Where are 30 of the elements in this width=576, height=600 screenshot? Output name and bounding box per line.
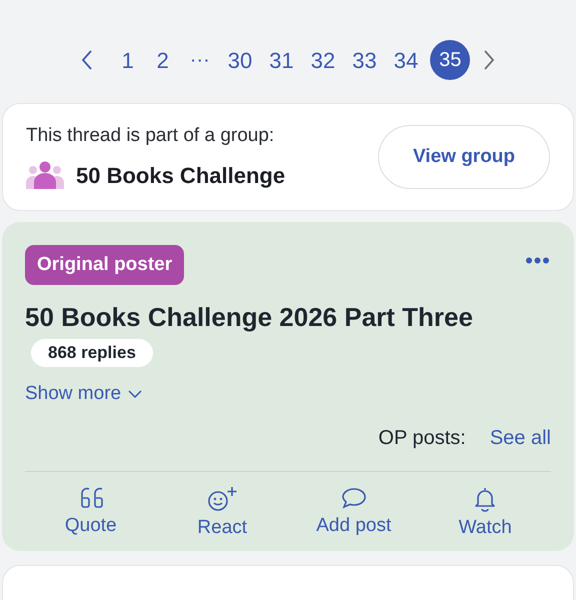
show-more-link[interactable]: Show more [25,380,142,408]
page-link[interactable]: 33 [347,44,382,76]
previous-page-icon[interactable] [80,50,93,70]
group-intro-text: This thread is part of a group: [26,124,276,148]
bell-icon [473,486,498,512]
group-icon [26,161,64,190]
react-button[interactable]: React [156,486,288,542]
page-link[interactable]: 35 [430,40,470,80]
next-page-icon[interactable] [483,50,496,70]
smiley-plus-icon [207,486,238,512]
page-link[interactable]: 1 [114,44,142,76]
page-link[interactable]: 31 [264,44,299,76]
page-link[interactable]: 30 [222,44,258,76]
view-group-button[interactable]: View group [378,125,550,189]
more-options-icon[interactable] [526,257,549,264]
reply-button[interactable]: Add post [288,486,420,542]
watch-button[interactable]: Watch [420,486,551,542]
original-poster-badge: Original poster [25,245,184,285]
op-posts-label: OP posts: [378,426,466,450]
page-link[interactable]: 2 [148,44,177,76]
quote-button[interactable]: Quote [25,486,156,542]
chevron-down-icon [128,390,142,398]
page-link[interactable]: 32 [306,44,340,76]
ellipsis: ··· [188,48,211,73]
see-all-link[interactable]: See all [490,422,551,452]
group-name: 50 Books Challenge [76,162,286,190]
speech-bubble-icon [340,486,367,510]
reply-count-badge: 868 replies [31,339,153,367]
page-link[interactable]: 34 [388,44,424,76]
thread-title: 50 Books Challenge 2026 Part Three [25,301,474,333]
